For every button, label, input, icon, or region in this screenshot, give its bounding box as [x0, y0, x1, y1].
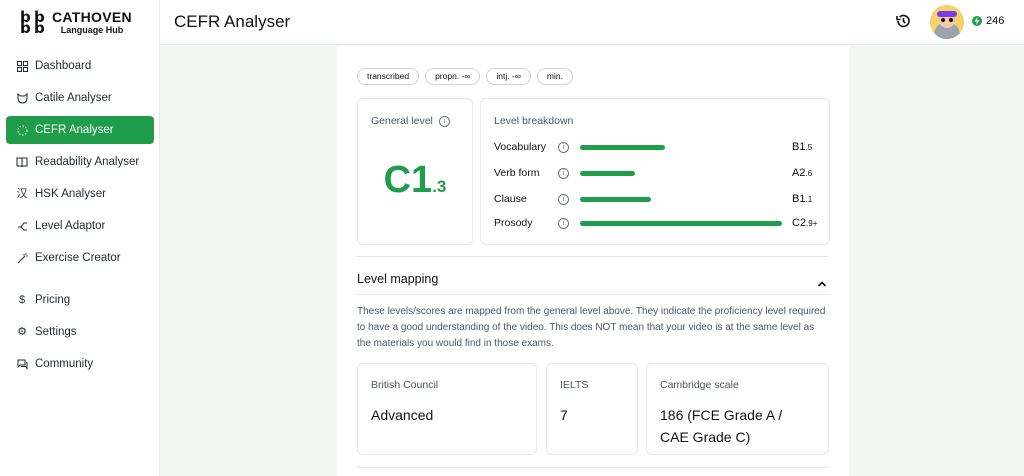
breakdown-name: Verb form	[494, 167, 540, 179]
tag-chip[interactable]: intj. -∞	[486, 68, 531, 85]
level-breakdown-card: Level breakdown Vocabulary i B1.5 Verb f…	[480, 98, 830, 245]
info-icon[interactable]: i	[558, 194, 569, 205]
brand-logo[interactable]: b bb b CATHOVEN Language Hub	[0, 0, 159, 46]
ielts-value: 7	[560, 407, 568, 423]
breakdown-level: B1.1	[792, 193, 813, 205]
top-header: CEFR Analyser 246	[160, 0, 1024, 45]
breakdown-bar	[580, 145, 665, 150]
sidebar-item-cefr-analyser[interactable]: CEFR Analyser	[6, 116, 154, 144]
sidebar-item-dashboard[interactable]: Dashboard	[6, 52, 154, 80]
sidebar-item-level-adaptor[interactable]: Level Adaptor	[6, 212, 154, 240]
sidebar-item-label: HSK Analyser	[35, 188, 106, 200]
ielts-card: IELTS 7	[546, 363, 638, 455]
history-icon[interactable]	[895, 13, 911, 29]
sidebar-item-label: Dashboard	[35, 60, 92, 72]
sidebar-item-label: CEFR Analyser	[35, 124, 114, 136]
sidebar-item-readability-analyser[interactable]: Readability Analyser	[6, 148, 154, 176]
sidebar-nav: Dashboard Catile Analyser CEFR Analyser …	[6, 52, 154, 382]
breakdown-bar	[580, 197, 651, 202]
general-level-value: C1.3	[358, 159, 472, 202]
general-level-label: General level	[371, 115, 433, 127]
sidebar-item-community[interactable]: Community	[6, 350, 154, 378]
credits-balance[interactable]: 246	[972, 15, 1004, 27]
divider	[357, 294, 829, 295]
brand-name: CATHOVEN	[52, 9, 132, 25]
credits-count: 246	[986, 15, 1005, 27]
spinner-icon	[16, 124, 28, 136]
breakdown-row-prosody: Prosody i C2.9+	[494, 215, 824, 231]
sidebar: b bb b CATHOVEN Language Hub Dashboard C…	[0, 0, 160, 476]
breakdown-row-clause: Clause i B1.1	[494, 191, 824, 207]
breakdown-row-verb-form: Verb form i A2.6	[494, 165, 824, 181]
sidebar-item-settings[interactable]: ⚙ Settings	[6, 318, 154, 346]
info-icon[interactable]: i	[558, 168, 569, 179]
sidebar-item-label: Readability Analyser	[35, 156, 140, 168]
general-level-main: C1	[383, 159, 433, 201]
breakdown-name: Prosody	[494, 217, 533, 229]
general-level-decimal: .3	[432, 177, 447, 196]
info-icon[interactable]: i	[558, 142, 569, 153]
sidebar-item-label: Catile Analyser	[35, 92, 112, 104]
info-icon[interactable]: i	[438, 115, 450, 127]
sidebar-item-hsk-analyser[interactable]: 汉 HSK Analyser	[6, 180, 154, 208]
british-council-label: British Council	[371, 379, 439, 391]
info-icon[interactable]: i	[558, 218, 569, 229]
tag-list: transcribed propn. -∞ intj. -∞ min.	[357, 68, 579, 85]
tag-chip[interactable]: min.	[536, 68, 573, 85]
sidebar-item-label: Level Adaptor	[35, 220, 106, 232]
chinese-char-icon: 汉	[16, 188, 28, 200]
tag-chip[interactable]: transcribed	[357, 68, 420, 85]
breakdown-bar	[580, 171, 635, 176]
sidebar-item-label: Exercise Creator	[35, 252, 121, 264]
main-content: transcribed propn. -∞ intj. -∞ min. Gene…	[160, 46, 1024, 476]
level-mapping-title[interactable]: Level mapping	[357, 272, 438, 286]
sidebar-item-label: Settings	[35, 326, 77, 338]
ielts-label: IELTS	[560, 379, 589, 391]
divider	[357, 467, 829, 468]
breakdown-row-vocabulary: Vocabulary i B1.5	[494, 139, 824, 155]
breakdown-level: A2.6	[792, 167, 813, 179]
level-mapping-description: These levels/scores are mapped from the …	[357, 306, 826, 349]
avatar[interactable]	[930, 5, 964, 39]
branch-icon	[16, 220, 28, 232]
breakdown-name: Vocabulary	[494, 141, 546, 153]
british-council-value: Advanced	[371, 407, 434, 423]
divider	[357, 256, 829, 257]
chevron-up-icon[interactable]	[817, 275, 827, 287]
chat-icon	[16, 358, 28, 370]
lightning-icon	[972, 16, 982, 26]
general-level-card: General level i C1.3	[357, 98, 473, 245]
wand-icon	[16, 252, 28, 264]
sidebar-item-label: Community	[35, 358, 94, 370]
sidebar-item-label: Pricing	[35, 294, 71, 306]
gear-icon: ⚙	[17, 326, 27, 338]
sidebar-item-exercise-creator[interactable]: Exercise Creator	[6, 244, 154, 272]
cambridge-scale-label: Cambridge scale	[660, 379, 739, 391]
cambridge-scale-card: Cambridge scale 186 (FCE Grade A / CAE G…	[646, 363, 829, 455]
sidebar-item-catile-analyser[interactable]: Catile Analyser	[6, 84, 154, 112]
tag-chip[interactable]: propn. -∞	[425, 68, 481, 85]
level-breakdown-title: Level breakdown	[494, 115, 574, 127]
breakdown-bar	[580, 221, 782, 226]
breakdown-level: C2.9+	[792, 217, 818, 229]
breakdown-name: Clause	[494, 193, 527, 205]
grid-icon	[16, 60, 28, 72]
breakdown-level: B1.5	[792, 141, 813, 153]
cat-icon	[16, 92, 28, 104]
logo-mark-icon: b bb b	[20, 8, 45, 37]
dollar-icon: $	[18, 294, 26, 306]
brand-subtitle: Language Hub	[60, 25, 124, 35]
british-council-card: British Council Advanced	[357, 363, 537, 455]
sidebar-item-pricing[interactable]: $ Pricing	[6, 286, 154, 314]
analysis-panel: transcribed propn. -∞ intj. -∞ min. Gene…	[337, 46, 849, 476]
book-icon	[16, 156, 28, 168]
cambridge-scale-value: 186 (FCE Grade A / CAE Grade C)	[660, 407, 783, 445]
page-title: CEFR Analyser	[174, 12, 291, 31]
